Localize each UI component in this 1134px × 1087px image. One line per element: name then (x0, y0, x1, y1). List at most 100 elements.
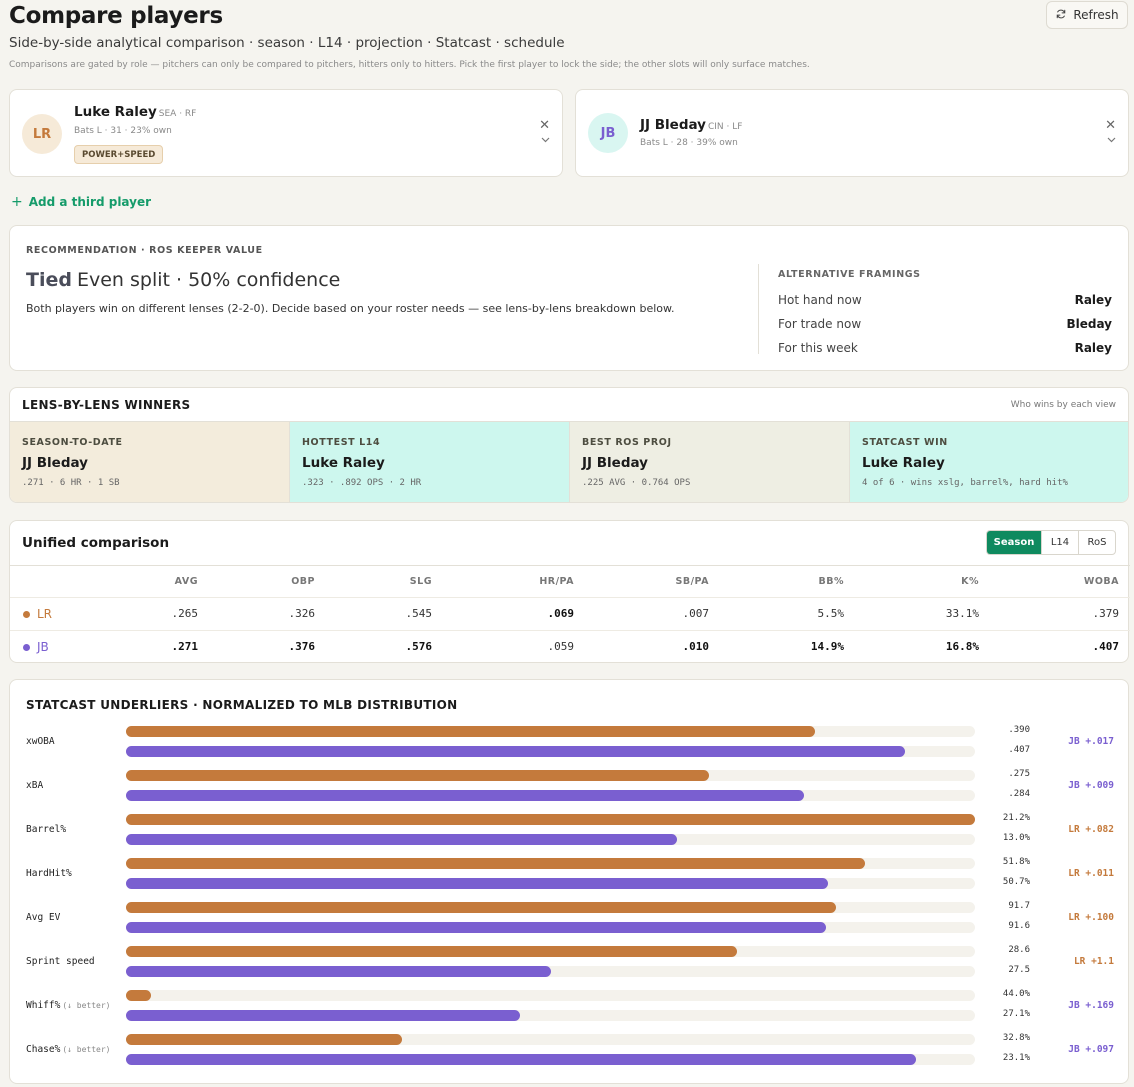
metric-delta: LR +.100 (1068, 912, 1114, 923)
bar-track-jb (126, 966, 975, 977)
metric-label: Whiff% (↓ better) (26, 1000, 111, 1011)
unified-title: Unified comparison (22, 535, 170, 551)
row-label-lr: LR (23, 607, 52, 621)
column-header: OBP (291, 576, 315, 587)
metric-value-lr: .390 (1008, 725, 1030, 735)
statcast-metric-row: HardHit% 51.8% 50.7% LR +.011 (10, 857, 1130, 891)
metric-value-jb: 13.0% (1002, 833, 1030, 843)
bar-fill-jb (126, 966, 551, 977)
metric-value-lr: 28.6 (1008, 945, 1030, 955)
bar-fill-lr (126, 946, 737, 957)
alt-framing-row: For this week Raley (778, 341, 1112, 355)
refresh-button[interactable]: Refresh (1046, 1, 1128, 29)
player-team-pos: SEA · RF (158, 109, 197, 119)
metric-delta: JB +.009 (1068, 780, 1114, 791)
chevron-down-icon[interactable] (541, 135, 550, 146)
player-card-jb[interactable]: JB JJ Bleday CIN · LF Bats L · 28 · 39% o… (575, 89, 1129, 177)
metric-value-lr: 32.8% (1002, 1033, 1030, 1043)
table-cell: .407 (1092, 640, 1120, 653)
bar-fill-jb (126, 922, 826, 933)
bar-track-lr (126, 990, 975, 1001)
metric-value-jb: 27.5 (1008, 965, 1030, 975)
alt-framing-row: Hot hand now Raley (778, 293, 1112, 307)
tab-season[interactable]: Season (987, 531, 1041, 554)
bar-track-lr (126, 902, 975, 913)
bar-track-jb (126, 1054, 975, 1065)
player-meta: Bats L · 28 · 39% own (640, 138, 738, 148)
table-cell: .379 (1092, 607, 1120, 620)
bar-fill-jb (126, 834, 677, 845)
lens-title: LENS-BY-LENS WINNERS (22, 398, 191, 412)
tab-l14[interactable]: L14 (1041, 531, 1078, 554)
avatar: LR (22, 114, 62, 154)
metric-value-jb: 27.1% (1002, 1009, 1030, 1019)
lens-hint: Who wins by each view (1010, 400, 1116, 410)
close-icon[interactable]: ✕ (1105, 118, 1116, 133)
metric-label: xwOBA (26, 736, 55, 747)
metric-delta: LR +.082 (1068, 824, 1114, 835)
statcast-metric-row: xwOBA .390 .407 JB +.017 (10, 725, 1130, 759)
recommendation-body: Both players win on different lenses (2-… (26, 302, 675, 315)
bar-track-lr (126, 770, 975, 781)
column-header: SB/PA (675, 576, 709, 587)
bar-fill-jb (126, 1054, 916, 1065)
recommendation-label: RECOMMENDATION · ROS KEEPER VALUE (26, 245, 263, 256)
player-meta: Bats L · 31 · 23% own (74, 126, 172, 136)
metric-label: Barrel% (26, 824, 67, 835)
metric-value-lr: 44.0% (1002, 989, 1030, 999)
avatar: JB (588, 113, 628, 153)
divider (758, 264, 759, 354)
metric-delta: JB +.169 (1068, 1000, 1114, 1011)
column-header: K% (961, 576, 979, 587)
column-header: SLG (409, 576, 432, 587)
metric-delta: LR +1.1 (1073, 956, 1114, 967)
lens-cell-season: SEASON-TO-DATE JJ Bleday .271 · 6 HR · 1… (10, 422, 290, 502)
table-cell: .010 (682, 640, 710, 653)
bar-fill-lr (126, 990, 151, 1001)
page-title: Compare players (9, 3, 223, 29)
player-team-pos: CIN · LF (707, 122, 743, 132)
lens-cell-hottest: HOTTEST L14 Luke Raley .323 · .892 OPS ·… (290, 422, 570, 502)
table-cell: 16.8% (945, 640, 979, 653)
bar-fill-lr (126, 858, 865, 869)
metric-value-jb: 50.7% (1002, 877, 1030, 887)
row-label-jb: JB (23, 640, 49, 654)
player-card-lr[interactable]: LR Luke Raley SEA · RF Bats L · 31 · 23% … (9, 89, 563, 177)
metric-label: HardHit% (26, 868, 72, 879)
close-icon[interactable]: ✕ (539, 118, 550, 133)
table-cell: .376 (288, 640, 316, 653)
alt-framing-row: For trade now Bleday (778, 317, 1112, 331)
bar-track-lr (126, 726, 975, 737)
recommendation-panel: RECOMMENDATION · ROS KEEPER VALUE Tied Ev… (9, 225, 1129, 371)
bar-track-jb (126, 1010, 975, 1021)
statcast-metric-row: xBA .275 .284 JB +.009 (10, 769, 1130, 803)
bar-track-lr (126, 814, 975, 825)
table-cell: 5.5% (817, 607, 845, 620)
metric-value-jb: .407 (1008, 745, 1030, 755)
bar-track-jb (126, 878, 975, 889)
add-third-player-link[interactable]: + Add a third player (11, 194, 151, 210)
lens-winners-panel: LENS-BY-LENS WINNERS Who wins by each vi… (9, 387, 1129, 503)
statcast-metric-row: Barrel% 21.2% 13.0% LR +.082 (10, 813, 1130, 847)
chevron-down-icon[interactable] (1107, 135, 1116, 146)
metric-label: Sprint speed (26, 956, 95, 967)
bar-track-lr (126, 858, 975, 869)
period-toggle: Season L14 RoS (986, 530, 1116, 555)
tab-ros[interactable]: RoS (1078, 531, 1115, 554)
table-cell: .059 (547, 640, 575, 653)
table-cell: .007 (682, 607, 710, 620)
table-cell: 14.9% (810, 640, 844, 653)
unified-comparison-panel: Unified comparison Season L14 RoS LR JB … (9, 520, 1130, 663)
metric-value-lr: 21.2% (1002, 813, 1030, 823)
metric-value-jb: 23.1% (1002, 1053, 1030, 1063)
column-header: HR/PA (539, 576, 574, 587)
metric-value-jb: .284 (1008, 789, 1030, 799)
bar-fill-jb (126, 1010, 520, 1021)
role-gating-note: Comparisons are gated by role — pitchers… (9, 60, 810, 70)
table-cell: 33.1% (945, 607, 979, 620)
refresh-label: Refresh (1073, 8, 1119, 22)
statcast-metric-row: Avg EV 91.7 91.6 LR +.100 (10, 901, 1130, 935)
table-cell: .545 (405, 607, 433, 620)
column-header: BB% (818, 576, 844, 587)
column-header: AVG (174, 576, 198, 587)
